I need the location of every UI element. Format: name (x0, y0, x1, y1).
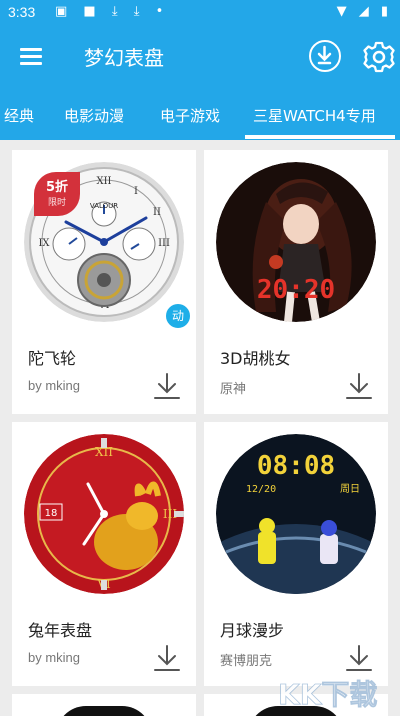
watch-face-name: 兔年表盘 (28, 621, 93, 640)
svg-text:II: II (153, 207, 161, 218)
gear-icon[interactable] (362, 40, 396, 74)
watch-card[interactable]: XIIIIIVIIX IIIXIX VALOUR 5折 限时 动 陀飞轮 by … (12, 150, 196, 414)
watch-card[interactable]: 20:20 3D胡桃女 原神 (204, 150, 388, 414)
status-time: 3:33 (8, 4, 36, 20)
watch-face-thumbnail[interactable]: 08:08 12/20 周日 (216, 434, 376, 594)
svg-text:IX: IX (38, 238, 50, 249)
app-title: 梦幻表盘 (84, 46, 164, 70)
category-tabs: 经典 电影动漫 电子游戏 三星WATCH4专用 (0, 88, 400, 140)
watch-face-author: 原神 (220, 381, 247, 396)
date-readout: 18 (45, 508, 58, 519)
watch-face-name: 3D胡桃女 (220, 349, 291, 368)
download-circle-icon[interactable] (309, 40, 341, 72)
watch-face-thumbnail[interactable]: 20:20 (216, 162, 376, 322)
watch-face-thumbnail[interactable] (56, 706, 152, 716)
svg-text:III: III (158, 238, 170, 249)
svg-text:KK下载: KK下载 (278, 678, 377, 711)
svg-text:VALOUR: VALOUR (90, 202, 118, 210)
watch-face-author: by mking (28, 650, 81, 665)
download-icon[interactable] (152, 644, 182, 672)
animated-badge: 动 (164, 302, 192, 330)
status-notification-icons: ▣ ■ ⤓ ⤓ • (55, 4, 170, 19)
discount-badge: 5折 限时 (34, 172, 80, 216)
watch-face-grid: XIIIIIVIIX IIIXIX VALOUR 5折 限时 动 陀飞轮 by … (0, 140, 400, 716)
tab-video-games[interactable]: 电子游戏 (160, 105, 220, 126)
download-icon[interactable] (344, 644, 374, 672)
status-system-icons: ▼ ◢ ▮ (336, 4, 392, 19)
svg-text:XII: XII (96, 176, 111, 187)
active-tab-indicator (245, 135, 395, 139)
watch-card[interactable] (12, 694, 196, 716)
download-icon[interactable] (152, 372, 182, 400)
watch-card[interactable]: XIIIIIVI 18 兔年表盘 by mking (12, 422, 196, 686)
tab-samsung-watch4[interactable]: 三星WATCH4专用 (253, 105, 376, 126)
download-icon[interactable] (344, 372, 374, 400)
watch-face-author: 赛博朋克 (220, 653, 273, 668)
svg-text:I: I (134, 186, 138, 197)
weekday-readout: 周日 (340, 483, 360, 495)
date-readout: 12/20 (246, 484, 276, 495)
watch-face-name: 月球漫步 (220, 621, 285, 640)
tab-classic[interactable]: 经典 (4, 105, 34, 126)
time-readout: 08:08 (257, 451, 335, 481)
watermark-logo: KK下载 (274, 674, 396, 714)
watch-face-name: 陀飞轮 (28, 349, 77, 368)
app-bar: 梦幻表盘 (0, 26, 400, 88)
status-bar: 3:33 ▣ ■ ⤓ ⤓ • ▼ ◢ ▮ (0, 0, 400, 26)
watch-face-thumbnail[interactable]: XIIIIIVI 18 (24, 434, 184, 594)
hamburger-menu-icon[interactable] (20, 44, 46, 70)
watch-card[interactable]: 08:08 12/20 周日 月球漫步 赛博朋克 (204, 422, 388, 686)
watch-face-author: by mking (28, 378, 81, 393)
tab-movie-anime[interactable]: 电影动漫 (64, 105, 124, 126)
time-readout: 20:20 (257, 275, 335, 305)
